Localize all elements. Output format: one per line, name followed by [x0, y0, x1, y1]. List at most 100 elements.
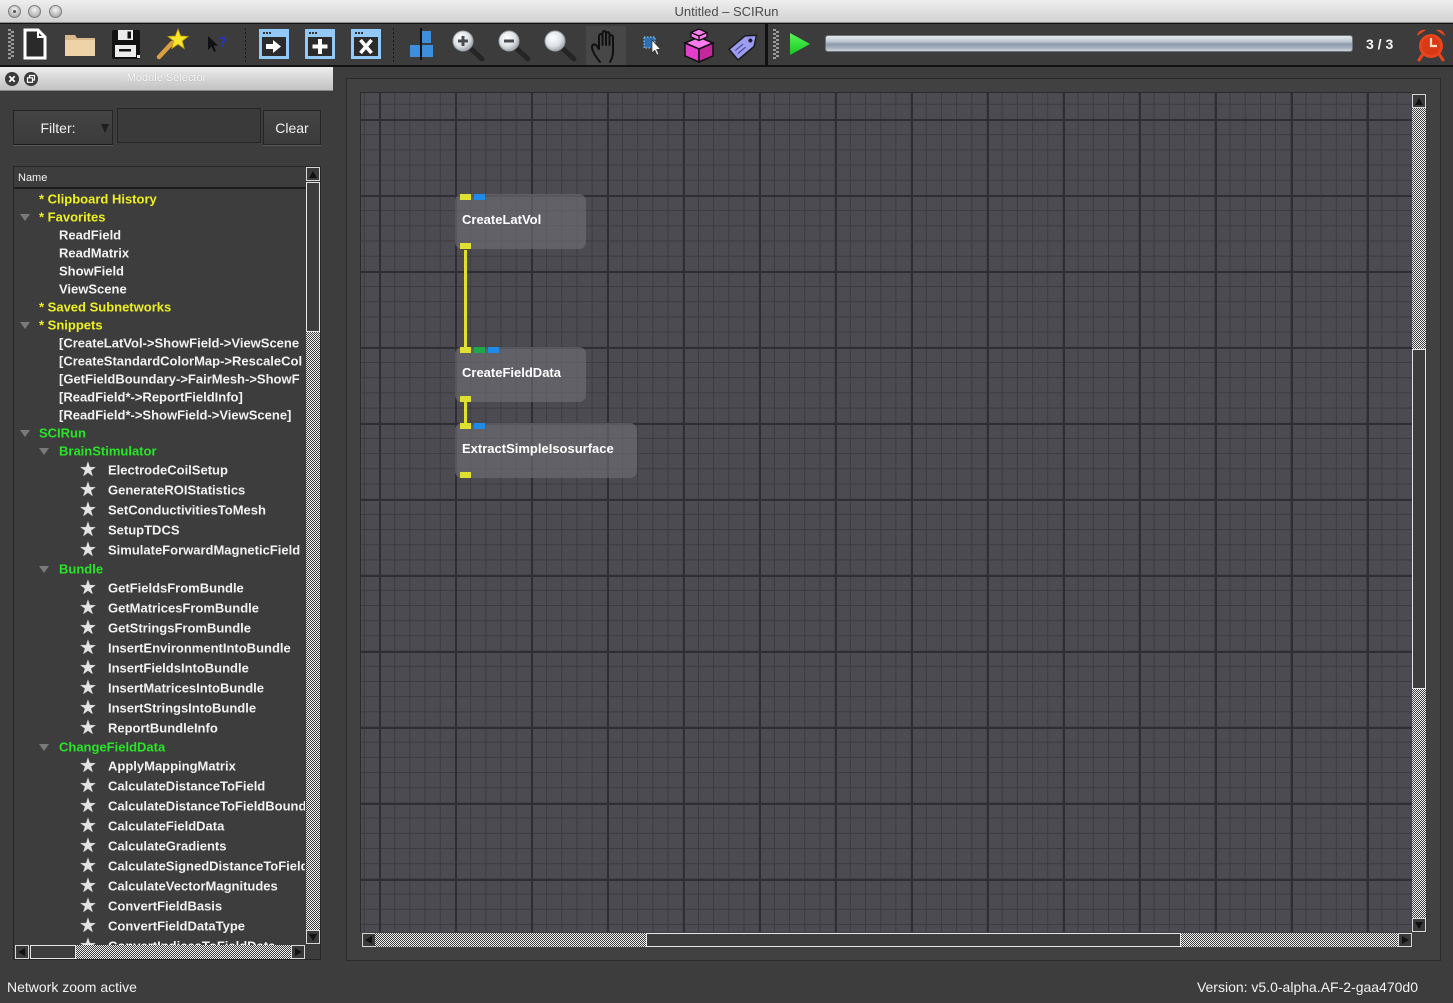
filter-mode-dropdown[interactable]: Filter:: [13, 110, 113, 145]
scroll-up-arrow-icon[interactable]: [1412, 94, 1426, 108]
input-port-matrix[interactable]: [488, 347, 499, 353]
canvas-vertical-scroll-handle[interactable]: [1412, 349, 1426, 689]
open-network-icon[interactable]: [64, 32, 96, 63]
canvas-vertical-scroll-track[interactable]: [1412, 108, 1426, 349]
module-createlatvol[interactable]: CreateLatVol: [455, 194, 586, 249]
input-port-field[interactable]: [460, 423, 471, 429]
input-port-matrix[interactable]: [474, 194, 485, 200]
tree-item[interactable]: ★ CalculateGradients: [14, 835, 305, 857]
canvas-vertical-scrollbar[interactable]: [1412, 93, 1427, 933]
tree-item[interactable]: ViewScene: [14, 280, 305, 298]
canvas-horizontal-scrollbar[interactable]: [361, 933, 1413, 947]
canvas-horizontal-scroll-handle[interactable]: [646, 933, 1181, 947]
tree-item[interactable]: ShowField: [14, 262, 305, 280]
input-port-string[interactable]: [474, 347, 485, 353]
tree-category[interactable]: BrainStimulator: [14, 442, 305, 460]
network-editor-canvas[interactable]: CreateLatVol CreateFieldData ExtractSimp…: [360, 92, 1427, 947]
tree-item[interactable]: ★ InsertFieldsIntoBundle: [14, 657, 305, 679]
tree-item[interactable]: ★ ReportBundleInfo: [14, 717, 305, 739]
scroll-up-arrow-icon[interactable]: [306, 167, 320, 181]
subnetwork-cube-icon[interactable]: [682, 27, 716, 68]
input-port-field[interactable]: [460, 194, 471, 200]
toolbar-grip-handle[interactable]: [8, 29, 14, 59]
tree-group[interactable]: * Clipboard History: [14, 190, 305, 208]
connection-pipe[interactable]: [464, 402, 467, 424]
tree-horizontal-scroll-handle[interactable]: [30, 945, 76, 959]
tree-vertical-scroll-track[interactable]: [306, 332, 320, 930]
toolbar-grip-handle[interactable]: [773, 29, 779, 59]
canvas-horizontal-scroll-track[interactable]: [375, 933, 646, 947]
alarm-clock-icon[interactable]: [1414, 27, 1448, 68]
scroll-left-arrow-icon[interactable]: [15, 945, 29, 959]
tree-item[interactable]: ★ CalculateSignedDistanceToField: [14, 855, 305, 877]
tree-group[interactable]: * Favorites: [14, 208, 305, 226]
canvas-horizontal-scroll-track[interactable]: [1181, 933, 1398, 947]
expand-arrow-icon[interactable]: [20, 322, 30, 329]
zoom-out-icon[interactable]: [496, 29, 532, 68]
tree-category[interactable]: ChangeFieldData: [14, 738, 305, 756]
tree-item[interactable]: ★ GetFieldsFromBundle: [14, 577, 305, 599]
tree-vertical-scroll-handle[interactable]: [306, 182, 320, 332]
new-network-icon[interactable]: [22, 28, 48, 65]
input-port-matrix[interactable]: [474, 423, 485, 429]
module-createfielddata[interactable]: CreateFieldData: [455, 347, 586, 402]
connection-pipe[interactable]: [464, 250, 467, 351]
tree-item[interactable]: [ReadField*->ReportFieldInfo]: [14, 388, 305, 406]
tree-item[interactable]: ★ConvertIndicesToFieldData: [14, 935, 305, 945]
tree-category[interactable]: SCIRun: [14, 424, 305, 442]
tree-category[interactable]: Bundle: [14, 560, 305, 578]
tree-item[interactable]: ★ GenerateROIStatistics: [14, 479, 305, 501]
tree-item[interactable]: ★ CalculateVectorMagnitudes: [14, 875, 305, 897]
tree-item[interactable]: ★ SimulateForwardMagneticField: [14, 539, 305, 561]
scroll-right-arrow-icon[interactable]: [1398, 933, 1412, 947]
expand-arrow-icon[interactable]: [20, 430, 30, 437]
tree-item[interactable]: ★ ApplyMappingMatrix: [14, 755, 305, 777]
tree-item[interactable]: ★ InsertEnvironmentIntoBundle: [14, 637, 305, 659]
tree-item[interactable]: ★ ConvertFieldDataType: [14, 915, 305, 937]
scroll-down-arrow-icon[interactable]: [1412, 918, 1426, 932]
tree-group[interactable]: * Saved Subnetworks: [14, 298, 305, 316]
scroll-down-arrow-icon[interactable]: [306, 930, 320, 944]
output-port-field[interactable]: [460, 396, 471, 402]
tree-item[interactable]: ★ GetMatricesFromBundle: [14, 597, 305, 619]
expand-arrow-icon[interactable]: [39, 448, 49, 455]
play-icon[interactable]: [789, 32, 811, 61]
save-network-icon[interactable]: [111, 29, 141, 65]
align-icon[interactable]: [409, 28, 435, 65]
canvas-vertical-scroll-track[interactable]: [1412, 689, 1426, 919]
dock-arrow-icon[interactable]: [259, 29, 289, 64]
output-port-field[interactable]: [460, 472, 471, 478]
tree-item[interactable]: ★ CalculateDistanceToField: [14, 775, 305, 797]
tree-horizontal-scroll-track[interactable]: [76, 945, 291, 959]
tree-item[interactable]: ★ ElectrodeCoilSetup: [14, 459, 305, 481]
dock-add-icon[interactable]: [305, 29, 335, 64]
zoom-in-icon[interactable]: [450, 29, 486, 68]
whats-this-icon[interactable]: ?: [207, 34, 229, 59]
tree-item[interactable]: ★ SetupTDCS: [14, 519, 305, 541]
tree-item[interactable]: ★ SetConductivitiesToMesh: [14, 499, 305, 521]
tag-icon[interactable]: [727, 27, 763, 68]
tree-item[interactable]: ★ InsertStringsIntoBundle: [14, 697, 305, 719]
clear-filter-button[interactable]: Clear: [263, 110, 321, 145]
tree-item[interactable]: ★ ConvertFieldBasis: [14, 895, 305, 917]
expand-arrow-icon[interactable]: [20, 214, 30, 221]
tree-item[interactable]: [CreateStandardColorMap->RescaleCol: [14, 352, 305, 370]
select-mode-icon[interactable]: [642, 34, 664, 61]
tree-column-header[interactable]: Name: [14, 167, 306, 189]
magic-wand-icon[interactable]: [155, 27, 190, 66]
scroll-right-arrow-icon[interactable]: [291, 945, 305, 959]
module-selector-title-bar[interactable]: Module Selector: [0, 67, 333, 91]
tree-item[interactable]: [ReadField*->ShowField->ViewScene]: [14, 406, 305, 424]
output-port-field[interactable]: [460, 243, 471, 249]
tree-item[interactable]: [CreateLatVol->ShowField->ViewScene: [14, 334, 305, 352]
tree-group[interactable]: * Snippets: [14, 316, 305, 334]
expand-arrow-icon[interactable]: [39, 744, 49, 751]
tree-item[interactable]: ★ CalculateFieldData: [14, 815, 305, 837]
tree-item[interactable]: [GetFieldBoundary->FairMesh->ShowF: [14, 370, 305, 388]
zoom-reset-icon[interactable]: [542, 29, 578, 68]
tree-vertical-scrollbar[interactable]: [306, 167, 320, 945]
tree-item[interactable]: ★ InsertMatricesIntoBundle: [14, 677, 305, 699]
tree-item[interactable]: ★ CalculateDistanceToFieldBoundary: [14, 795, 305, 817]
pan-mode-toggle[interactable]: [586, 26, 626, 65]
input-port-field[interactable]: [460, 347, 471, 353]
